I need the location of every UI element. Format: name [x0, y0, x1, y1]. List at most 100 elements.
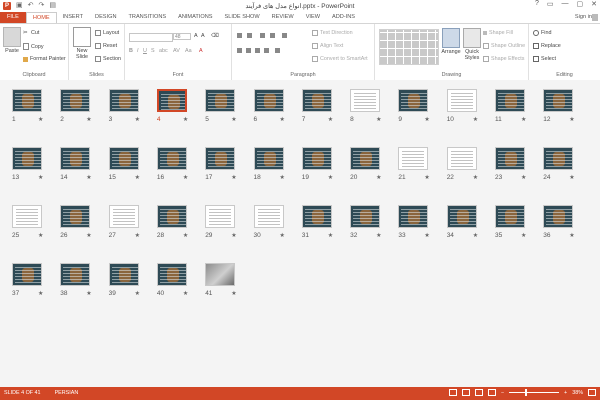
line-spacing-icon[interactable] [282, 33, 287, 38]
shape-effects-button[interactable]: Shape Effects [483, 56, 524, 62]
tab-review[interactable]: REVIEW [266, 12, 300, 23]
slide-thumbnail[interactable] [301, 89, 332, 112]
slide-thumbnail[interactable] [205, 205, 236, 228]
slide-thumbnail[interactable] [60, 147, 91, 170]
zoom-slider[interactable] [509, 389, 560, 396]
transition-star-icon[interactable]: ★ [280, 116, 285, 123]
transition-star-icon[interactable]: ★ [86, 174, 91, 181]
find-button[interactable]: Find [533, 30, 552, 36]
align-left-icon[interactable] [237, 48, 242, 53]
justify-icon[interactable] [264, 48, 269, 53]
transition-star-icon[interactable]: ★ [328, 116, 333, 123]
transition-star-icon[interactable]: ★ [424, 232, 429, 239]
grow-font-button[interactable]: A [194, 33, 198, 39]
slide-thumbnail[interactable] [156, 89, 187, 112]
normal-view-button[interactable] [448, 389, 457, 396]
slide-thumbnail[interactable] [446, 89, 477, 112]
transition-star-icon[interactable]: ★ [183, 290, 188, 297]
new-slide-button[interactable]: New Slide [72, 27, 92, 60]
slide-thumbnail[interactable] [543, 89, 574, 112]
maximize-icon[interactable]: ▢ [577, 0, 584, 8]
font-color-button[interactable]: A [199, 48, 203, 54]
increase-indent-icon[interactable] [270, 33, 275, 38]
cut-button[interactable]: ✂ Cut [23, 30, 39, 36]
underline-button[interactable]: U [143, 48, 147, 54]
slide-thumbnail[interactable] [253, 205, 284, 228]
slide-thumbnail[interactable] [60, 89, 91, 112]
tab-view[interactable]: VIEW [300, 12, 326, 23]
transition-star-icon[interactable]: ★ [328, 232, 333, 239]
slide-thumbnail[interactable] [60, 205, 91, 228]
numbering-icon[interactable] [247, 33, 252, 38]
transition-star-icon[interactable]: ★ [376, 232, 381, 239]
format-painter-button[interactable]: Format Painter [23, 56, 66, 62]
transition-star-icon[interactable]: ★ [328, 174, 333, 181]
transition-star-icon[interactable]: ★ [280, 174, 285, 181]
transition-star-icon[interactable]: ★ [521, 232, 526, 239]
section-button[interactable]: Section [95, 56, 121, 62]
slide-thumbnail[interactable] [543, 205, 574, 228]
slide-thumbnail[interactable] [495, 89, 525, 112]
tab-animations[interactable]: ANIMATIONS [172, 12, 218, 23]
slide-thumbnail[interactable] [398, 147, 429, 170]
slide-thumbnail[interactable] [12, 147, 42, 170]
shape-fill-button[interactable]: Shape Fill [483, 30, 513, 36]
align-text-button[interactable]: Align Text [312, 43, 343, 49]
transition-star-icon[interactable]: ★ [183, 116, 188, 123]
slide-thumbnail[interactable] [12, 89, 42, 112]
slide-thumbnail[interactable] [446, 205, 477, 228]
case-button[interactable]: Aa [185, 48, 192, 54]
help-icon[interactable]: ? [535, 0, 539, 8]
language-indicator[interactable]: PERSIAN [55, 390, 79, 396]
slide-thumbnail[interactable] [350, 205, 381, 228]
fit-to-window-button[interactable] [588, 389, 596, 396]
arrange-button[interactable]: Arrange [441, 28, 461, 55]
copy-button[interactable]: Copy [23, 43, 44, 50]
transition-star-icon[interactable]: ★ [424, 174, 429, 181]
replace-button[interactable]: Replace [533, 43, 561, 49]
transition-star-icon[interactable]: ★ [135, 232, 140, 239]
slide-thumbnail[interactable] [350, 147, 381, 170]
slide-thumbnail[interactable] [301, 147, 332, 170]
font-name-field[interactable] [129, 33, 173, 42]
layout-button[interactable]: Layout [95, 30, 119, 36]
slide-thumbnail[interactable] [205, 89, 236, 112]
align-center-icon[interactable] [246, 48, 251, 53]
tab-design[interactable]: DESIGN [89, 12, 122, 23]
slide-thumbnail[interactable] [543, 147, 574, 170]
italic-button[interactable]: I [137, 48, 139, 54]
slide-thumbnail[interactable] [350, 89, 381, 112]
transition-star-icon[interactable]: ★ [86, 232, 91, 239]
slide-thumbnail[interactable] [156, 205, 187, 228]
shadow-button[interactable]: S [151, 48, 155, 54]
slide-thumbnail[interactable] [495, 205, 525, 228]
slide-thumbnail[interactable] [12, 205, 42, 228]
bold-button[interactable]: B [129, 48, 133, 54]
slide-thumbnail[interactable] [156, 263, 187, 286]
slide-thumbnail[interactable] [398, 205, 429, 228]
transition-star-icon[interactable]: ★ [38, 232, 43, 239]
transition-star-icon[interactable]: ★ [183, 174, 188, 181]
transition-star-icon[interactable]: ★ [376, 116, 381, 123]
slide-sorter-view-button[interactable] [461, 389, 470, 396]
zoom-in-button[interactable]: + [564, 390, 567, 396]
slide-thumbnail[interactable] [205, 147, 236, 170]
slide-show-view-button[interactable] [487, 389, 496, 396]
decrease-indent-icon[interactable] [260, 33, 265, 38]
shrink-font-button[interactable]: A [201, 33, 205, 39]
slide-thumbnail[interactable] [108, 147, 139, 170]
tab-slide-show[interactable]: SLIDE SHOW [219, 12, 266, 23]
transition-star-icon[interactable]: ★ [135, 174, 140, 181]
slide-thumbnail[interactable] [156, 147, 187, 170]
bullets-icon[interactable] [237, 33, 242, 38]
columns-icon[interactable] [275, 48, 280, 53]
slide-thumbnail[interactable] [253, 147, 284, 170]
ribbon-display-icon[interactable]: ▭ [547, 0, 554, 8]
zoom-out-button[interactable]: − [501, 390, 504, 396]
transition-star-icon[interactable]: ★ [424, 116, 429, 123]
transition-star-icon[interactable]: ★ [521, 174, 526, 181]
transition-star-icon[interactable]: ★ [38, 290, 43, 297]
slide-thumbnail[interactable] [398, 89, 429, 112]
align-right-icon[interactable] [255, 48, 260, 53]
shapes-gallery[interactable] [379, 29, 439, 65]
